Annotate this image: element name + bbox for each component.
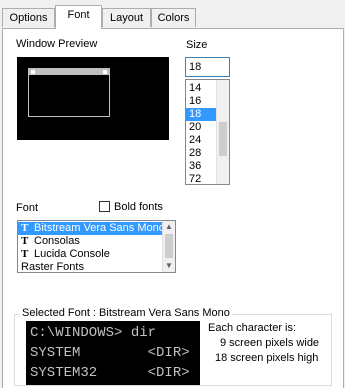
font-sample-preview: C:\WINDOWS> dir SYSTEM <DIR> SYSTEM32 <DIR… <box>26 321 200 385</box>
tab-font[interactable]: Font <box>55 5 102 29</box>
tab-layout[interactable]: Layout <box>102 8 151 27</box>
tab-strip: Options Font Layout Colors <box>0 0 345 29</box>
selected-font-label: Selected Font : Bitstream Vera Sans Mono <box>20 307 232 319</box>
scroll-down-arrow-icon[interactable]: ▼ <box>163 260 175 272</box>
tab-options[interactable]: Options <box>2 8 55 27</box>
size-list-scrollbar[interactable] <box>216 80 229 184</box>
each-character-label: Each character is: <box>208 322 297 334</box>
window-preview-label: Window Preview <box>16 38 98 50</box>
size-input[interactable] <box>185 57 230 77</box>
scroll-up-arrow-icon[interactable]: ▲ <box>163 221 175 233</box>
preview-mini-titlebar <box>29 69 109 75</box>
font-option-label: Lucida Console <box>34 248 110 260</box>
tab-colors[interactable]: Colors <box>151 8 196 27</box>
bold-fonts-checkbox[interactable] <box>99 201 110 212</box>
truetype-icon: T <box>21 235 29 247</box>
preview-system-menu-icon <box>31 70 35 74</box>
window-preview <box>17 57 169 140</box>
sample-line: SYSTEM32 <DIR> <box>30 365 190 381</box>
size-list[interactable]: 14 16 18 20 24 28 36 72 <box>185 79 230 185</box>
sample-line: C:\WINDOWS> dir <box>30 325 157 341</box>
font-list-scrollbar[interactable]: ▲ ▼ <box>162 221 175 272</box>
font-scroll-thumb[interactable] <box>165 234 173 258</box>
font-option-label: Consolas <box>34 235 80 247</box>
font-option[interactable]: Raster Fonts <box>18 261 175 273</box>
font-option[interactable]: T Bitstream Vera Sans Mono <box>18 222 175 235</box>
truetype-icon: T <box>21 222 29 234</box>
font-option[interactable]: T Consolas <box>18 235 175 248</box>
preview-close-icon <box>103 70 107 74</box>
char-width-text: 9 screen pixels wide <box>220 337 320 349</box>
size-scroll-thumb[interactable] <box>219 122 227 156</box>
font-list[interactable]: T Bitstream Vera Sans Mono T Consolas T Lucid… <box>17 220 176 273</box>
preview-mini-window <box>28 68 110 117</box>
truetype-icon: T <box>21 248 29 260</box>
font-options: T Bitstream Vera Sans Mono T Consolas T Lucid… <box>18 221 175 273</box>
size-label: Size <box>186 39 208 51</box>
bold-fonts-label: Bold fonts <box>114 201 163 213</box>
font-label: Font <box>16 202 39 214</box>
sample-line: SYSTEM <DIR> <box>30 345 190 361</box>
font-option-label: Raster Fonts <box>21 261 84 273</box>
char-height-text: 18 screen pixels high <box>215 352 319 364</box>
font-option[interactable]: T Lucida Console <box>18 248 175 261</box>
font-option-label: Bitstream Vera Sans Mono <box>34 222 165 234</box>
